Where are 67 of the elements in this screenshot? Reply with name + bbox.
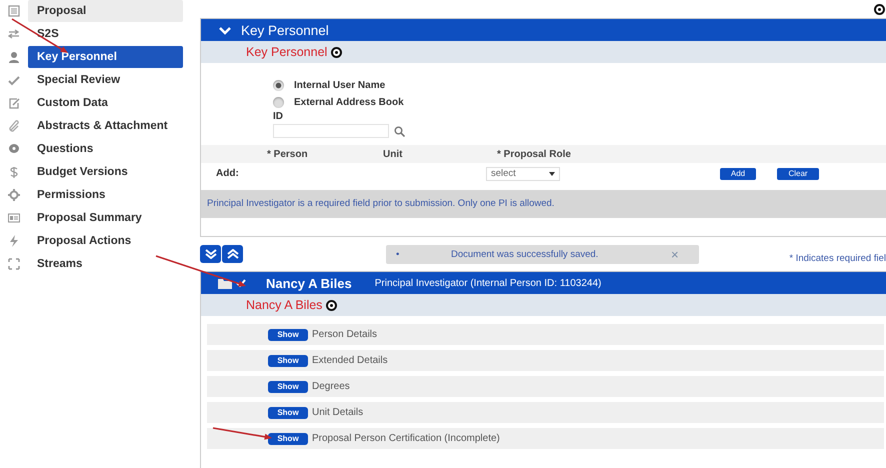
role-dropdown[interactable]: select bbox=[486, 166, 560, 180]
expand-icon bbox=[8, 258, 20, 270]
show-button[interactable]: Show bbox=[268, 380, 308, 392]
section-title: Nancy A Biles bbox=[246, 298, 322, 312]
gear-icon bbox=[8, 189, 20, 201]
sidebar-item[interactable]: Proposal bbox=[28, 0, 183, 22]
dollar-icon bbox=[8, 166, 20, 178]
section-label: Extended Details bbox=[312, 355, 388, 366]
summary-card-icon bbox=[8, 212, 20, 224]
user-icon bbox=[8, 51, 20, 63]
person-name: Nancy A Biles bbox=[266, 276, 352, 290]
dropdown-arrow-icon bbox=[549, 172, 555, 176]
sidebar-item[interactable]: Custom Data bbox=[28, 92, 183, 114]
help-icon bbox=[331, 46, 342, 58]
expand-all-button[interactable] bbox=[200, 245, 221, 263]
column-header: * Person bbox=[267, 148, 309, 160]
section-label: Proposal Person Certification (Incomplete) bbox=[312, 433, 500, 444]
action-button[interactable]: Add bbox=[720, 168, 756, 180]
panel-title: Key Personnel bbox=[241, 22, 329, 38]
sidebar-item[interactable]: Permissions bbox=[28, 184, 183, 206]
column-header: Unit bbox=[383, 148, 404, 160]
radio-button[interactable] bbox=[273, 80, 284, 91]
field-label: ID bbox=[273, 111, 284, 123]
folder-icon bbox=[218, 278, 232, 288]
show-button[interactable]: Show bbox=[268, 406, 308, 418]
help-icon bbox=[874, 4, 885, 14]
sidebar-item[interactable]: Budget Versions bbox=[28, 161, 183, 183]
section-label: Unit Details bbox=[312, 407, 364, 418]
column-header: * Proposal Role bbox=[497, 148, 571, 160]
section-label: Person Details bbox=[312, 329, 378, 340]
section-title: Key Personnel bbox=[246, 45, 328, 59]
check-icon bbox=[236, 279, 246, 287]
lightning-icon bbox=[8, 235, 20, 247]
help-icon bbox=[326, 300, 338, 310]
document-icon bbox=[8, 5, 20, 17]
edit-icon bbox=[8, 97, 20, 109]
radio-label: External Address Book bbox=[294, 97, 404, 108]
info-message: Principal Investigator is a required field prior to submission. Only one PI is allowed. bbox=[201, 190, 886, 218]
bullet: • bbox=[396, 248, 400, 260]
row-label: Add: bbox=[215, 168, 240, 179]
check-icon bbox=[8, 74, 20, 86]
sidebar-item[interactable]: Abstracts & Attachment bbox=[28, 115, 183, 137]
action-button[interactable]: Clear bbox=[777, 168, 819, 180]
section-label: Degrees bbox=[312, 381, 350, 392]
person-role: Principal Investigator (Internal Person ID: 1103244) bbox=[374, 278, 602, 288]
search-icon bbox=[394, 126, 405, 136]
annotation-arrow bbox=[212, 427, 272, 440]
double-chevron-up-icon bbox=[226, 249, 238, 259]
message-text: Document was successfully saved. bbox=[451, 248, 600, 260]
sidebar-item[interactable]: Key Personnel bbox=[28, 46, 183, 68]
annotation-arrow bbox=[12, 18, 68, 53]
show-button[interactable]: Show bbox=[268, 354, 308, 366]
double-chevron-down-icon bbox=[204, 249, 216, 259]
show-button[interactable]: Show bbox=[268, 432, 308, 444]
sidebar-item[interactable]: Special Review bbox=[28, 69, 183, 91]
show-button[interactable]: Show bbox=[268, 328, 308, 340]
radio-button[interactable] bbox=[273, 97, 284, 108]
radio-label: Internal User Name bbox=[294, 80, 386, 91]
collapse-all-button[interactable] bbox=[222, 245, 243, 263]
sidebar-item[interactable]: Questions bbox=[28, 138, 183, 160]
paperclip-icon bbox=[8, 120, 20, 132]
sidebar-item[interactable]: Proposal Actions bbox=[28, 230, 183, 252]
sidebar-item[interactable]: Proposal Summary bbox=[28, 207, 183, 229]
sidebar-item[interactable]: Streams bbox=[28, 253, 183, 275]
id-field[interactable] bbox=[273, 124, 389, 138]
transfer-icon bbox=[8, 28, 20, 40]
required-note: * Indicates required fiel bbox=[789, 252, 886, 264]
